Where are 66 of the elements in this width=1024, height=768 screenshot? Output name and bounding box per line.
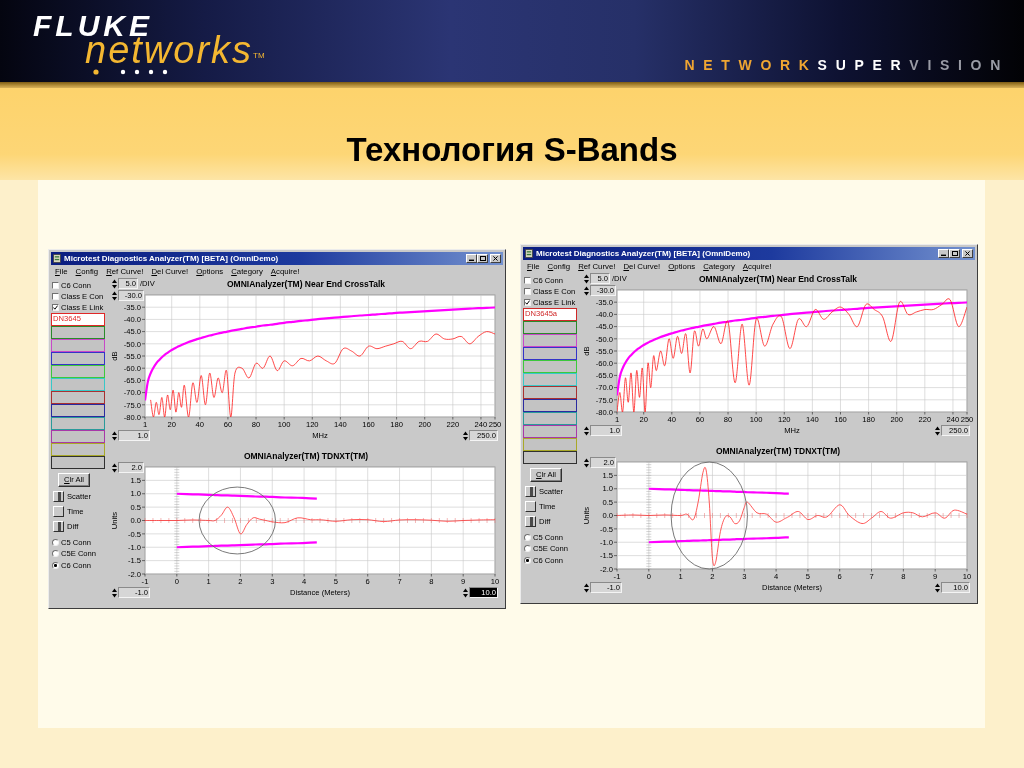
toggle-button[interactable] [525,515,536,527]
window-title: Microtest Diagnostics Analyzer(TM) [BETA] (OmniDemo) [64,252,279,265]
spin-arrows-icon[interactable] [463,430,468,441]
trace-slot[interactable] [51,391,105,404]
tagline-word: SUPER [817,57,910,73]
checkbox[interactable] [524,299,531,306]
chart-title: OMNIAnalyzer(TM) TDNXT(TM) [715,444,841,457]
radio-button[interactable] [52,550,59,558]
radio-button[interactable] [52,561,59,569]
spin-arrows-icon[interactable] [112,587,117,598]
checkmark-icon [525,300,530,305]
window-title: Microtest Diagnostics Analyzer(TM) [BETA] (OmniDemo) [536,247,751,260]
slide-title: Технология S-Bands [346,131,678,169]
checkbox[interactable] [524,288,531,295]
app-icon [525,249,533,258]
spin-arrows-icon[interactable] [584,425,589,436]
trace-slot[interactable] [523,451,577,464]
chart-title: OMNIAnalyzer(TM) Near End CrossTalk [226,277,386,290]
app-icon [53,254,61,263]
radio-button[interactable] [52,538,59,546]
spin-arrows-icon[interactable] [112,430,117,441]
logo-dots-icon [93,69,168,75]
trace-slot[interactable] [51,456,105,469]
spin-arrows-icon[interactable] [112,462,117,473]
tagline-word: VISION [909,57,1009,73]
trace-slot[interactable] [51,352,105,365]
close-button[interactable] [490,254,501,263]
checkbox[interactable] [52,282,59,289]
checkbox[interactable] [52,293,59,300]
toggle-button[interactable] [525,500,536,512]
trace-slot[interactable] [523,399,577,412]
spin-arrows-icon[interactable] [112,278,117,289]
maximize-icon [479,256,486,261]
maximize-icon [951,251,958,256]
spin-arrows-icon[interactable] [584,457,589,468]
trace-slot[interactable] [523,386,577,399]
tagline-word: NETWORK [684,57,818,73]
close-icon [965,251,970,256]
radio-button[interactable] [524,556,531,564]
trademark-sign: TM [253,51,265,60]
toggle-button[interactable] [53,520,64,532]
spin-arrows-icon[interactable] [935,582,940,593]
spin-arrows-icon[interactable] [463,587,468,598]
trace-slot[interactable] [523,347,577,360]
spin-arrows-icon[interactable] [935,425,940,436]
checkbox[interactable] [52,304,59,311]
checkbox[interactable] [524,277,531,284]
spin-arrows-icon[interactable] [584,273,589,284]
chart-title: OMNIAnalyzer(TM) Near End CrossTalk [698,272,858,285]
maximize-button[interactable] [477,254,488,263]
close-icon [493,256,498,261]
radio-button[interactable] [524,533,531,541]
checkmark-icon [53,305,58,310]
toggle-button[interactable] [53,490,64,502]
toggle-button[interactable] [53,505,64,517]
spin-arrows-icon[interactable] [584,582,589,593]
trace-slot[interactable] [51,404,105,417]
minimize-button[interactable] [938,249,949,258]
spin-arrows-icon[interactable] [112,290,117,301]
close-button[interactable] [962,249,973,258]
toggle-button[interactable] [525,485,536,497]
chart-title: OMNIAnalyzer(TM) TDNXT(TM) [243,449,369,462]
maximize-button[interactable] [949,249,960,258]
spin-arrows-icon[interactable] [584,285,589,296]
radio-button[interactable] [524,545,531,553]
minimize-button[interactable] [466,254,477,263]
